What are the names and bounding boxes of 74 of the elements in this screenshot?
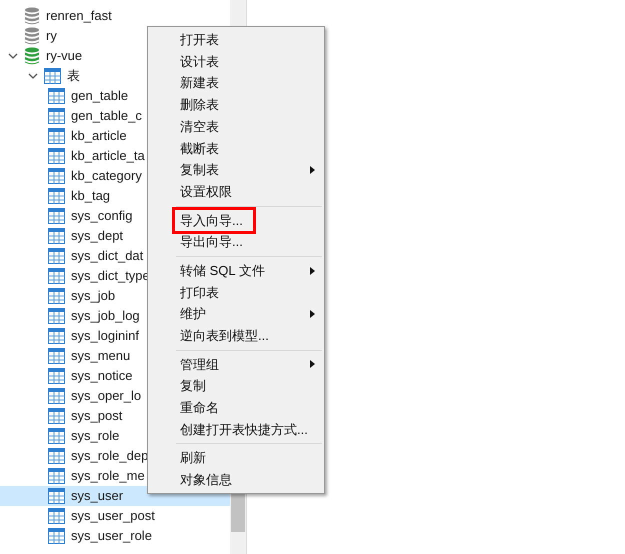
tree-label: sys_oper_lo xyxy=(71,387,142,406)
table-icon xyxy=(48,388,65,404)
tree-label: renren_fast xyxy=(46,7,112,26)
table-icon xyxy=(48,208,65,224)
table-icon xyxy=(48,268,65,284)
tree-label: sys_role_me xyxy=(71,467,145,486)
menu-item[interactable]: 导入向导... xyxy=(172,206,256,234)
table-icon xyxy=(48,448,65,464)
tree-label: sys_menu xyxy=(71,347,130,366)
menu-item[interactable]: 创建打开表快捷方式... xyxy=(180,420,308,440)
tree-label: sys_job xyxy=(71,287,116,306)
menu-item[interactable]: 刷新 xyxy=(180,448,206,468)
table-icon xyxy=(48,528,65,544)
table-icon xyxy=(48,168,65,184)
menu-item[interactable]: 新建表 xyxy=(180,73,219,93)
tree-label: sys_role_dep xyxy=(71,447,148,466)
table-icon xyxy=(48,408,65,424)
tree-label: sys_logininf xyxy=(71,327,139,346)
table-icon xyxy=(48,128,65,144)
table-icon xyxy=(48,148,65,164)
menu-item[interactable]: 维护 xyxy=(180,304,206,324)
table-icon xyxy=(48,428,65,444)
tree-label: sys_user_post xyxy=(71,507,155,526)
table-icon xyxy=(48,108,65,124)
table-icon xyxy=(44,68,61,84)
tree-label: sys_dict_type xyxy=(71,267,150,286)
table-icon xyxy=(48,88,65,104)
scrollbar-thumb[interactable] xyxy=(231,492,245,532)
tree-label: sys_config xyxy=(71,207,132,226)
tree-item[interactable]: renren_fast xyxy=(0,6,230,26)
menu-item[interactable]: 导出向导... xyxy=(180,232,243,252)
tree-item[interactable]: sys_user_post xyxy=(0,506,230,526)
menu-item[interactable]: 逆向表到模型... xyxy=(180,326,269,346)
menu-item[interactable]: 打开表 xyxy=(180,30,219,50)
menu-item[interactable]: 设计表 xyxy=(180,52,219,72)
tree-label: ry xyxy=(46,27,57,46)
tree-label: gen_table_c xyxy=(71,107,142,126)
tree-label: sys_job_log xyxy=(71,307,140,326)
tree-label: 表 xyxy=(67,67,80,86)
menu-item[interactable]: 复制表 xyxy=(180,160,219,180)
table-icon xyxy=(48,188,65,204)
menu-item[interactable]: 打印表 xyxy=(180,282,219,302)
table-icon xyxy=(48,488,65,504)
tree-label: ry-vue xyxy=(46,47,82,66)
table-icon xyxy=(48,288,65,304)
tree-label: sys_user xyxy=(71,487,124,506)
tree-label: kb_article_ta xyxy=(71,147,145,166)
menu-item[interactable]: 管理组 xyxy=(180,354,219,374)
menu-item[interactable]: 转储 SQL 文件 xyxy=(180,260,265,280)
table-icon xyxy=(48,508,65,524)
table-icon xyxy=(48,328,65,344)
table-icon xyxy=(48,228,65,244)
table-icon xyxy=(48,368,65,384)
menu-item[interactable]: 清空表 xyxy=(180,116,219,136)
tree-label: sys_notice xyxy=(71,367,132,386)
tree-label: sys_dict_dat xyxy=(71,247,144,266)
tree-label: kb_article xyxy=(71,127,127,146)
menu-item[interactable]: 复制 xyxy=(180,376,206,396)
tree-label: gen_table xyxy=(71,87,128,106)
table-icon xyxy=(48,468,65,484)
tree-label: sys_role xyxy=(71,427,120,446)
tree-label: kb_tag xyxy=(71,187,110,206)
menu-item[interactable]: 重命名 xyxy=(180,398,219,418)
tree-item[interactable]: sys_user_role xyxy=(0,526,230,546)
table-icon xyxy=(48,348,65,364)
tree-label: sys_post xyxy=(71,407,122,426)
tree-label: kb_category xyxy=(71,167,142,186)
table-icon xyxy=(48,248,65,264)
tree-label: sys_dept xyxy=(71,227,124,246)
tree-label: sys_user_role xyxy=(71,527,152,546)
table-icon xyxy=(48,308,65,324)
menu-item[interactable]: 设置权限 xyxy=(180,182,232,202)
menu-item[interactable]: 截断表 xyxy=(180,138,219,158)
menu-item[interactable]: 删除表 xyxy=(180,95,219,115)
